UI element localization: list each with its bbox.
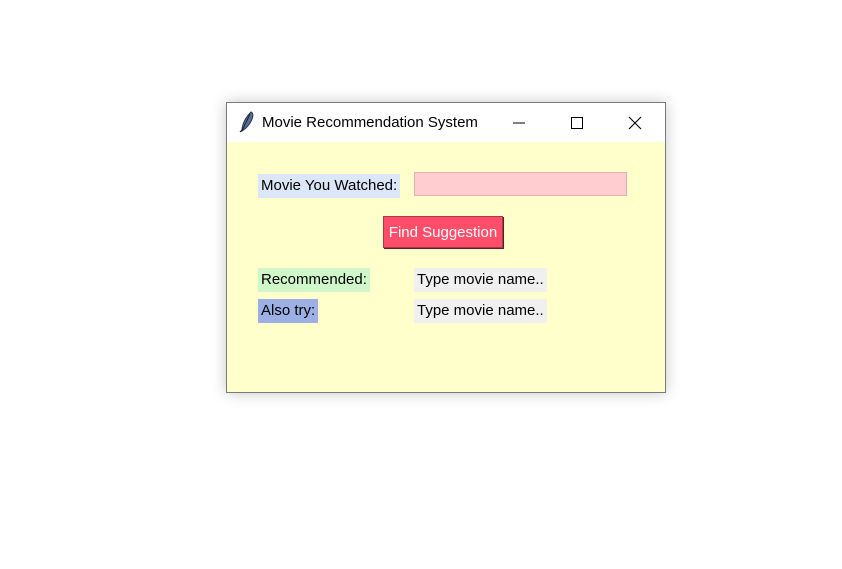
also-try-output: Type movie name..	[414, 299, 547, 323]
maximize-button[interactable]	[548, 103, 606, 142]
title-bar[interactable]: Movie Recommendation System	[227, 103, 665, 142]
window-title: Movie Recommendation System	[262, 114, 478, 131]
close-button[interactable]	[606, 103, 664, 142]
app-window: Movie Recommendation System Movie You Wa…	[226, 102, 666, 393]
minimize-button[interactable]	[490, 103, 548, 142]
also-try-label: Also try:	[258, 299, 319, 323]
movie-input[interactable]	[414, 172, 627, 196]
feather-icon	[237, 111, 257, 133]
recommended-output: Type movie name..	[414, 268, 547, 292]
recommended-label: Recommended:	[258, 268, 370, 292]
minimize-icon	[513, 122, 525, 123]
find-suggestion-button[interactable]: Find Suggestion	[383, 216, 503, 248]
close-icon	[628, 116, 642, 129]
movie-watched-label: Movie You Watched:	[258, 174, 401, 198]
maximize-icon	[571, 116, 583, 129]
